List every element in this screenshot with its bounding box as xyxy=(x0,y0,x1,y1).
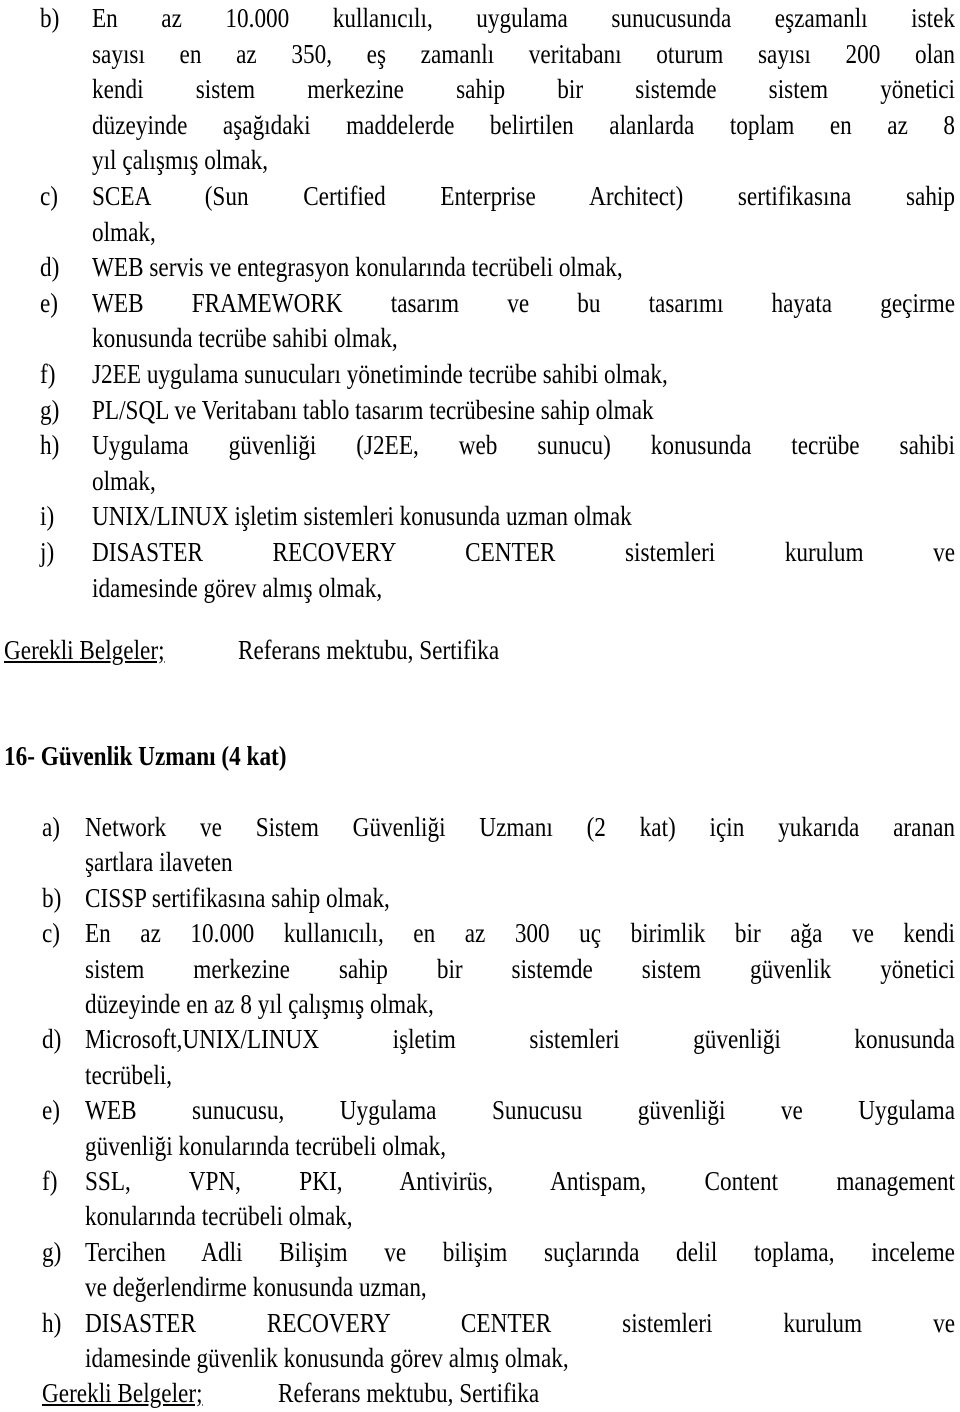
list-item-text: WEB sunucusu, Uygulama Sunucusu güvenliğ… xyxy=(85,1095,955,1126)
list-item-text: sistem merkezine sahip bir sistemde sist… xyxy=(85,953,955,984)
list-item-text: PL/SQL ve Veritabanı tablo tasarım tecrü… xyxy=(92,394,654,425)
list-item-marker: d) xyxy=(42,1024,62,1055)
list-item-marker: b) xyxy=(42,882,62,913)
list-item-text: konusunda tecrübe sahibi olmak, xyxy=(92,323,398,354)
list-item-text: SCEA (Sun Certified Enterprise Architect… xyxy=(92,181,955,211)
list-item-marker: i) xyxy=(40,501,55,532)
required-documents-label: Gerekli Belgeler; xyxy=(42,1378,203,1408)
list-item-marker: h) xyxy=(42,1307,62,1338)
list-item-marker: f) xyxy=(42,1166,58,1196)
list-item-text: Microsoft,UNIX/LINUX işletim sistemleri … xyxy=(85,1024,955,1055)
list-item-marker: g) xyxy=(42,1236,62,1267)
list-item-text: Network ve Sistem Güvenliği Uzmanı (2 ka… xyxy=(85,812,955,842)
list-item-text: J2EE uygulama sunucuları yönetiminde tec… xyxy=(92,359,668,389)
list-item-text: En az 10.000 kullanıcılı, en az 300 uç b… xyxy=(85,918,955,949)
list-item-text: düzeyinde en az 8 yıl çalışmış olmak, xyxy=(85,989,434,1019)
list-item-text: idamesinde görev almış olmak, xyxy=(92,572,383,603)
list-item-text: güvenliği konularında tecrübeli olmak, xyxy=(85,1130,447,1161)
list-item-marker: j) xyxy=(40,537,55,567)
list-item-text: tecrübeli, xyxy=(85,1059,173,1090)
list-item-marker: c) xyxy=(42,918,61,949)
list-item-marker: e) xyxy=(42,1095,61,1126)
list-item-text: WEB FRAMEWORK tasarım ve bu tasarımı hay… xyxy=(92,287,956,318)
list-item-marker: f) xyxy=(40,359,56,389)
list-item-text: DISASTER RECOVERY CENTER sistemleri kuru… xyxy=(85,1307,956,1338)
section-heading: 16- Güvenlik Uzmanı (4 kat) xyxy=(4,741,287,771)
list-item-marker: g) xyxy=(40,394,60,425)
required-documents-label: Gerekli Belgeler; xyxy=(4,635,165,665)
required-documents-value: Referans mektubu, Sertifika xyxy=(278,1378,540,1408)
list-item-text: ve değerlendirme konusunda uzman, xyxy=(85,1272,427,1303)
list-item-text: SSL, VPN, PKI, Antivirüs, Antispam, Cont… xyxy=(85,1166,955,1196)
list-item-marker: c) xyxy=(40,181,59,211)
list-item-text: UNIX/LINUX işletim sistemleri konusunda … xyxy=(92,501,632,532)
list-item-text: kendi sistem merkezine sahip bir sistemd… xyxy=(92,74,955,105)
list-item-text: DISASTER RECOVERY CENTER sistemleri kuru… xyxy=(92,537,956,567)
list-item-text: idamesinde güvenlik konusunda görev almı… xyxy=(85,1343,569,1373)
list-item-marker: a) xyxy=(42,812,61,842)
list-item-text: düzeyinde aşağıdaki maddelerde belirtile… xyxy=(92,109,955,140)
list-item-text: sayısı en az 350, eş zamanlı veritabanı … xyxy=(92,38,955,69)
required-documents-value: Referans mektubu, Sertifika xyxy=(238,635,500,665)
list-item-text: yıl çalışmış olmak, xyxy=(92,145,269,176)
list-item-text: WEB servis ve entegrasyon konularında te… xyxy=(92,252,623,283)
list-item-text: Uygulama güvenliği (J2EE, web sunucu) ko… xyxy=(92,430,955,461)
list-item-text: En az 10.000 kullanıcılı, uygulama sunuc… xyxy=(92,3,955,33)
list-item-text: konularında tecrübeli olmak, xyxy=(85,1201,353,1232)
list-item-text: CISSP sertifikasına sahip olmak, xyxy=(85,882,390,913)
list-item-marker: h) xyxy=(40,430,60,461)
list-item-marker: d) xyxy=(40,252,60,283)
list-item-text: olmak, xyxy=(92,465,156,496)
list-item-marker: b) xyxy=(40,3,60,33)
list-item-marker: e) xyxy=(40,287,59,318)
list-item-text: olmak, xyxy=(92,216,156,247)
list-item-text: şartlara ilaveten xyxy=(85,847,233,878)
list-item-text: Tercihen Adli Bilişim ve bilişim suçları… xyxy=(85,1236,955,1267)
